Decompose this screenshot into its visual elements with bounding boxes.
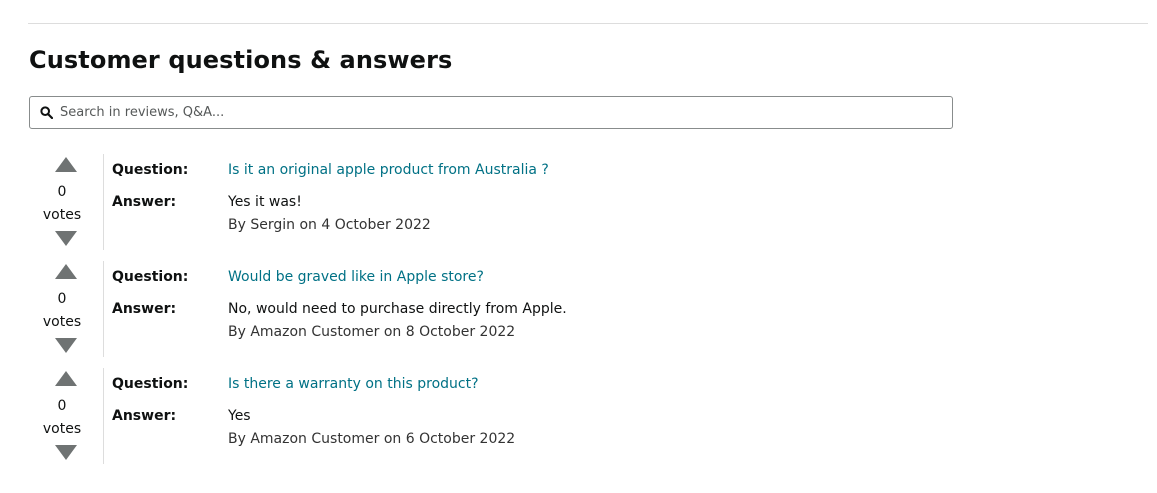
downvote-arrow-icon[interactable] (55, 231, 77, 246)
upvote-arrow-icon[interactable] (55, 371, 77, 386)
upvote-arrow-icon[interactable] (55, 264, 77, 279)
qa-search-box[interactable] (29, 96, 953, 129)
qa-item: 0 votes Question: Is there a warranty on… (29, 368, 1129, 475)
answer-byline: By Amazon Customer on 8 October 2022 (228, 324, 516, 340)
question-label: Question: (112, 269, 189, 285)
question-label: Question: (112, 162, 189, 178)
question-link[interactable]: Is there a warranty on this product? (228, 374, 479, 394)
votes-label: votes (42, 314, 82, 330)
answer-byline: By Amazon Customer on 6 October 2022 (228, 431, 516, 447)
votes-label: votes (42, 421, 82, 437)
answer-label: Answer: (112, 301, 177, 317)
downvote-arrow-icon[interactable] (55, 445, 77, 460)
answer-text: No, would need to purchase directly from… (228, 301, 567, 317)
qa-item: 0 votes Question: Is it an original appl… (29, 154, 1129, 261)
vote-count: 0 (57, 291, 67, 307)
question-label: Question: (112, 376, 189, 392)
search-input[interactable] (60, 97, 952, 128)
section-divider (28, 23, 1148, 24)
votes-label: votes (42, 207, 82, 223)
answer-byline: By Sergin on 4 October 2022 (228, 217, 431, 233)
vote-widget: 0 votes (29, 261, 104, 357)
question-link[interactable]: Is it an original apple product from Aus… (228, 160, 549, 180)
vote-count: 0 (57, 398, 67, 414)
qa-item: 0 votes Question: Would be graved like i… (29, 261, 1129, 368)
search-icon (40, 106, 54, 120)
vote-widget: 0 votes (29, 154, 104, 250)
question-link[interactable]: Would be graved like in Apple store? (228, 267, 484, 287)
downvote-arrow-icon[interactable] (55, 338, 77, 353)
vote-count: 0 (57, 184, 67, 200)
answer-text: Yes it was! (228, 194, 302, 210)
qa-list: 0 votes Question: Is it an original appl… (29, 154, 1129, 475)
section-title: Customer questions & answers (29, 46, 453, 74)
answer-label: Answer: (112, 408, 177, 424)
answer-label: Answer: (112, 194, 177, 210)
vote-widget: 0 votes (29, 368, 104, 464)
answer-text: Yes (228, 408, 251, 424)
upvote-arrow-icon[interactable] (55, 157, 77, 172)
